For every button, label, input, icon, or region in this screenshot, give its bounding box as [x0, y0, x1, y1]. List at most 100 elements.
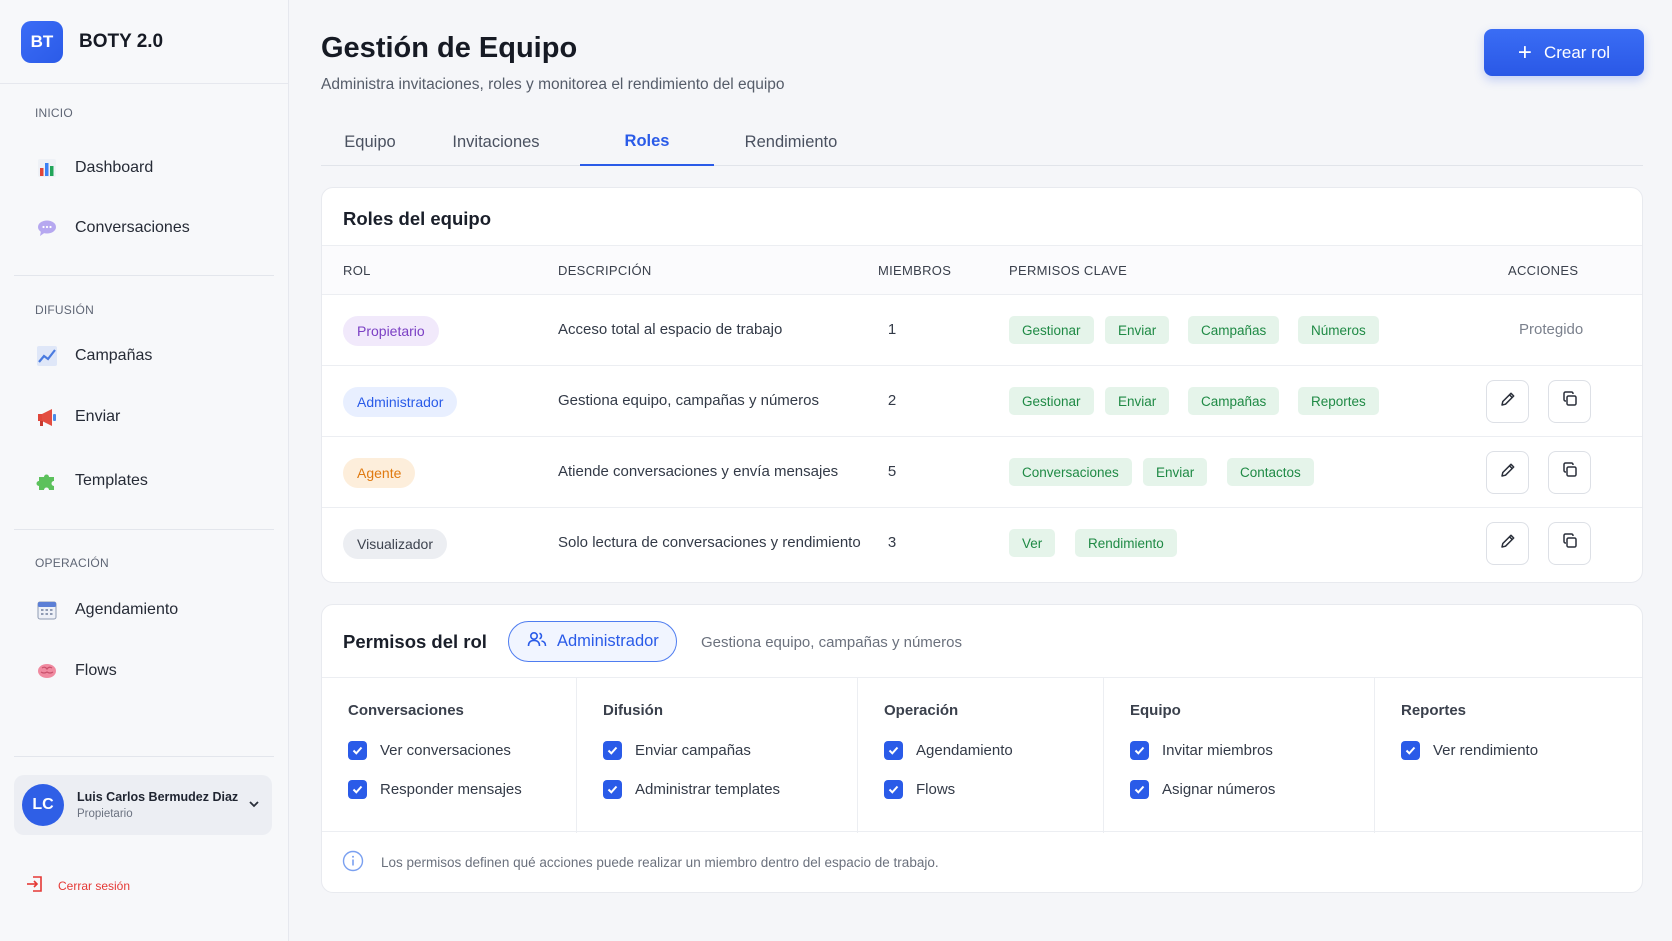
- sidebar-item-agendamiento[interactable]: Agendamiento: [35, 594, 178, 626]
- checkbox-checked-icon: [884, 741, 903, 760]
- permissions-note-text: Los permisos definen qué acciones puede …: [381, 855, 939, 870]
- tab-invitaciones[interactable]: Invitaciones: [433, 118, 559, 166]
- sidebar-item-templates[interactable]: Templates: [35, 465, 148, 497]
- member-count: 3: [887, 534, 897, 551]
- permission-checkbox[interactable]: Ver rendimiento: [1401, 741, 1538, 760]
- permission-tag: Ver: [1009, 529, 1056, 557]
- table-row[interactable]: Administrador Gestiona equipo, campañas …: [322, 366, 1642, 437]
- permission-group-title: Reportes: [1401, 702, 1467, 719]
- role-selector[interactable]: Administrador: [508, 621, 677, 662]
- sidebar-item-flows[interactable]: Flows: [35, 655, 117, 687]
- create-role-label: Crear rol: [1543, 42, 1611, 62]
- brand-logo: BT: [21, 20, 63, 63]
- edit-role-button[interactable]: [1486, 380, 1529, 423]
- permission-tag: Rendimiento: [1075, 529, 1177, 557]
- member-count: 2: [887, 392, 897, 409]
- user-name: Luis Carlos Bermudez Diaz: [77, 790, 239, 804]
- brain-icon: [35, 659, 59, 683]
- role-description: Atiende conversaciones y envía mensajes: [558, 463, 839, 480]
- column-header: ACCIONES: [1508, 263, 1579, 278]
- divider: [14, 529, 274, 530]
- permissions-title: Permisos del rol: [343, 631, 487, 652]
- member-count: 1: [887, 321, 897, 338]
- divider: [14, 756, 274, 757]
- permissions-note: Los permisos definen qué acciones puede …: [342, 850, 939, 875]
- permission-group: Difusión Enviar campañas Administrar tem…: [577, 678, 858, 833]
- table-header: ROL DESCRIPCIÓN MIEMBROS PERMISOS CLAVE …: [322, 245, 1642, 295]
- permission-label: Responder mensajes: [380, 781, 522, 798]
- permission-checkbox[interactable]: Enviar campañas: [603, 741, 751, 760]
- permission-group-title: Equipo: [1130, 702, 1181, 719]
- permission-checkbox[interactable]: Administrar templates: [603, 780, 780, 799]
- tab-rendimiento[interactable]: Rendimiento: [726, 118, 856, 166]
- duplicate-role-button[interactable]: [1548, 380, 1591, 423]
- protected-label: Protegido: [1519, 321, 1584, 338]
- tab-equipo[interactable]: Equipo: [321, 118, 419, 166]
- table-row[interactable]: Propietario Acceso total al espacio de t…: [322, 295, 1642, 366]
- member-count: 5: [887, 463, 897, 480]
- permission-checkbox[interactable]: Ver conversaciones: [348, 741, 511, 760]
- logout-button[interactable]: Cerrar sesión: [26, 875, 130, 896]
- permission-group: Conversaciones Ver conversaciones Respon…: [322, 678, 577, 833]
- nav-section-title: DIFUSIÓN: [35, 303, 94, 317]
- permission-checkbox[interactable]: Invitar miembros: [1130, 741, 1273, 760]
- puzzle-icon: [35, 469, 59, 493]
- role-badge: Propietario: [343, 316, 439, 346]
- role-badge: Administrador: [343, 387, 458, 417]
- sidebar-item-campanas[interactable]: Campañas: [35, 340, 152, 372]
- users-icon: [527, 630, 547, 653]
- permission-group: Operación Agendamiento Flows: [858, 678, 1104, 833]
- permission-tag: Contactos: [1227, 458, 1314, 486]
- role-description: Solo lectura de conversaciones y rendimi…: [558, 534, 861, 551]
- permission-tag: Reportes: [1298, 387, 1379, 415]
- permission-tag: Enviar: [1143, 458, 1208, 486]
- checkbox-checked-icon: [603, 741, 622, 760]
- permission-checkbox[interactable]: Responder mensajes: [348, 780, 522, 799]
- role-badge: Agente: [343, 458, 416, 488]
- checkbox-checked-icon: [1130, 780, 1149, 799]
- sidebar-item-enviar[interactable]: Enviar: [35, 401, 120, 433]
- sidebar-item-label: Enviar: [75, 408, 121, 425]
- edit-role-button[interactable]: [1486, 522, 1529, 565]
- nav-section-title: INICIO: [35, 106, 73, 120]
- permission-label: Administrar templates: [635, 781, 781, 798]
- selected-role-label: Administrador: [557, 632, 659, 650]
- tab-roles[interactable]: Roles: [580, 118, 714, 166]
- user-menu[interactable]: LC Luis Carlos Bermudez Diaz Propietario: [14, 775, 272, 835]
- create-role-button[interactable]: + Crear rol: [1484, 29, 1644, 76]
- copy-icon: [1561, 461, 1579, 484]
- edit-role-button[interactable]: [1486, 451, 1529, 494]
- pencil-icon: [1499, 532, 1517, 555]
- permission-checkbox[interactable]: Asignar números: [1130, 780, 1275, 799]
- duplicate-role-button[interactable]: [1548, 522, 1591, 565]
- calendar-icon: [35, 598, 59, 622]
- permission-label: Invitar miembros: [1162, 742, 1273, 759]
- checkbox-checked-icon: [884, 780, 903, 799]
- divider: [14, 275, 274, 276]
- permission-tag: Gestionar: [1009, 387, 1094, 415]
- brand[interactable]: BT BOTY 2.0: [0, 0, 288, 84]
- sidebar-item-conversaciones[interactable]: Conversaciones: [35, 212, 190, 244]
- table-row[interactable]: Agente Atiende conversaciones y envía me…: [322, 437, 1642, 508]
- permission-tag: Campañas: [1188, 316, 1280, 344]
- permission-label: Ver rendimiento: [1433, 742, 1539, 759]
- permission-checkbox[interactable]: Flows: [884, 780, 955, 799]
- table-row[interactable]: Visualizador Solo lectura de conversacio…: [322, 508, 1642, 579]
- logout-label: Cerrar sesión: [58, 878, 131, 893]
- brand-name: BOTY 2.0: [79, 30, 164, 52]
- permission-tag: Campañas: [1188, 387, 1280, 415]
- page-title: Gestión de Equipo: [321, 32, 578, 64]
- megaphone-icon: [35, 405, 59, 429]
- column-header: ROL: [343, 263, 371, 278]
- avatar: LC: [22, 784, 64, 826]
- permission-label: Flows: [916, 781, 956, 798]
- sidebar-item-label: Conversaciones: [75, 219, 190, 236]
- permission-checkbox[interactable]: Agendamiento: [884, 741, 1013, 760]
- sidebar-item-label: Dashboard: [75, 159, 154, 176]
- plus-icon: +: [1517, 38, 1532, 66]
- duplicate-role-button[interactable]: [1548, 451, 1591, 494]
- roles-card-title: Roles del equipo: [343, 208, 492, 229]
- sidebar-item-dashboard[interactable]: Dashboard: [35, 152, 153, 184]
- checkbox-checked-icon: [1130, 741, 1149, 760]
- sidebar-item-label: Campañas: [75, 347, 153, 364]
